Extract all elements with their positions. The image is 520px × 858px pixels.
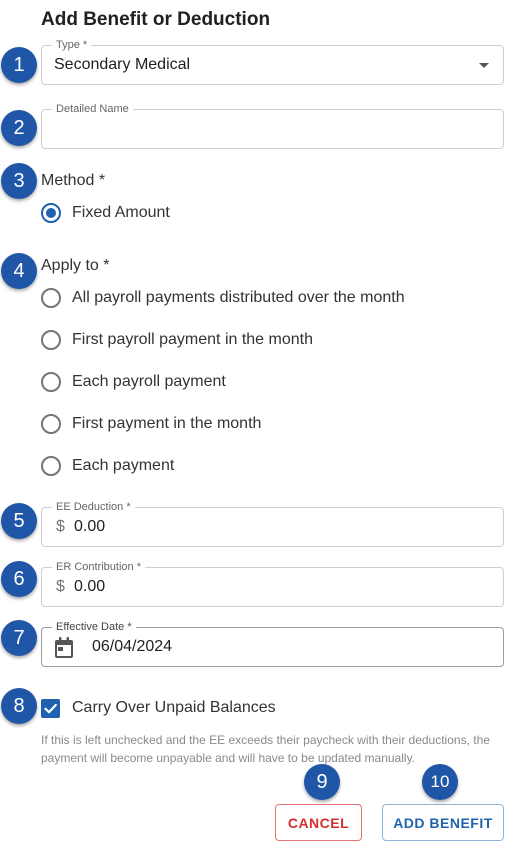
step-badge-3: 3: [1, 163, 37, 199]
apply-to-option-label: Each payment: [72, 457, 175, 474]
apply-to-option-each-payroll[interactable]: Each payroll payment: [41, 370, 226, 394]
apply-to-label: Apply to *: [41, 257, 110, 274]
er-contribution-value: 0.00: [74, 578, 106, 595]
ee-deduction-legend: EE Deduction *: [52, 500, 135, 514]
step-badge-4: 4: [1, 253, 37, 289]
type-select[interactable]: Type * Secondary Medical: [41, 38, 504, 85]
apply-to-option-each-payment[interactable]: Each payment: [41, 454, 174, 478]
dropdown-arrow-icon[interactable]: [479, 63, 489, 68]
detailed-name-input[interactable]: Detailed Name: [41, 102, 504, 149]
detailed-name-legend: Detailed Name: [52, 102, 133, 116]
effective-date-legend: Effective Date *: [52, 620, 136, 634]
cancel-button[interactable]: CANCEL: [275, 804, 362, 841]
ee-deduction-value: 0.00: [74, 518, 106, 535]
apply-to-option-label: All payroll payments distributed over th…: [72, 289, 405, 306]
ee-deduction-input[interactable]: EE Deduction * $ 0.00: [41, 500, 504, 547]
currency-prefix: $: [56, 578, 65, 595]
carry-over-helper-text: If this is left unchecked and the EE exc…: [41, 733, 490, 765]
apply-to-option-label: Each payroll payment: [72, 373, 226, 390]
step-badge-7: 7: [1, 620, 37, 656]
effective-date-input[interactable]: Effective Date * 06/04/2024: [41, 620, 504, 667]
type-value: Secondary Medical: [54, 56, 191, 73]
method-label: Method *: [41, 172, 106, 189]
er-contribution-input[interactable]: ER Contribution * $ 0.00: [41, 560, 504, 607]
radio-checked-icon[interactable]: [41, 203, 61, 223]
step-badge-9: 9: [304, 764, 340, 800]
method-option-fixed-amount[interactable]: Fixed Amount: [41, 201, 170, 225]
carry-over-label: Carry Over Unpaid Balances: [72, 699, 276, 716]
radio-unchecked-icon[interactable]: [41, 414, 61, 434]
method-option-label: Fixed Amount: [72, 204, 170, 221]
currency-prefix: $: [56, 518, 65, 535]
add-benefit-button[interactable]: ADD BENEFIT: [382, 804, 504, 841]
apply-to-option-first-payroll[interactable]: First payroll payment in the month: [41, 328, 313, 352]
apply-to-option-label: First payment in the month: [72, 415, 262, 432]
step-badge-2: 2: [1, 110, 37, 146]
apply-to-option-all-payroll[interactable]: All payroll payments distributed over th…: [41, 286, 405, 310]
radio-unchecked-icon[interactable]: [41, 372, 61, 392]
radio-unchecked-icon[interactable]: [41, 456, 61, 476]
step-badge-6: 6: [1, 561, 37, 597]
step-badge-5: 5: [1, 503, 37, 539]
type-legend: Type *: [52, 38, 92, 52]
step-badge-1: 1: [1, 47, 37, 83]
radio-unchecked-icon[interactable]: [41, 330, 61, 350]
effective-date-value: 06/04/2024: [92, 638, 173, 655]
calendar-icon[interactable]: [54, 637, 74, 664]
apply-to-option-label: First payroll payment in the month: [72, 331, 313, 348]
apply-to-option-first-payment[interactable]: First payment in the month: [41, 412, 261, 436]
checkbox-checked-icon[interactable]: [41, 698, 60, 718]
step-badge-10: 10: [422, 764, 458, 800]
radio-unchecked-icon[interactable]: [41, 288, 61, 308]
er-contribution-legend: ER Contribution *: [52, 560, 145, 574]
carry-over-checkbox-row[interactable]: Carry Over Unpaid Balances: [41, 697, 276, 719]
step-badge-8: 8: [1, 688, 37, 724]
dialog-title: Add Benefit or Deduction: [41, 9, 271, 30]
